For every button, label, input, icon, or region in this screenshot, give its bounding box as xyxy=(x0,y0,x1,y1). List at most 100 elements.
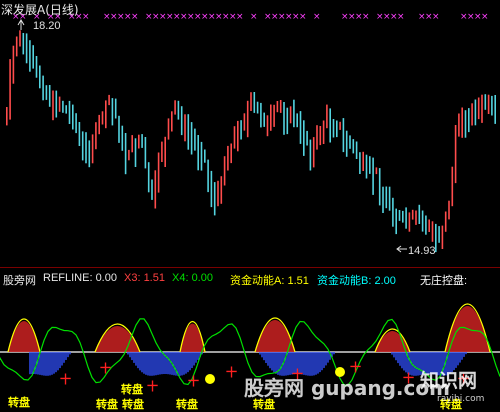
up-candle xyxy=(322,120,325,144)
up-candle xyxy=(273,104,275,127)
up-candle xyxy=(276,101,279,113)
pane-separator xyxy=(0,267,500,268)
cross-marker: 十 xyxy=(226,365,237,379)
down-candle xyxy=(210,170,213,208)
signal-marker: × xyxy=(481,12,489,22)
down-candle xyxy=(29,40,31,72)
chart-title: 深发展A(日线) xyxy=(1,3,79,17)
down-candle xyxy=(296,113,298,128)
down-candle xyxy=(418,204,421,224)
down-candle xyxy=(365,154,368,179)
up-candle xyxy=(411,209,414,220)
up-candle xyxy=(184,114,186,142)
down-candle xyxy=(392,197,394,227)
up-candle xyxy=(223,156,226,186)
up-candle xyxy=(174,100,176,115)
price-high-label: 18.20 xyxy=(33,20,61,32)
up-candle xyxy=(319,126,322,146)
up-candle xyxy=(458,113,460,137)
up-candle xyxy=(451,166,454,207)
down-candle xyxy=(438,226,440,243)
price-chart[interactable]: × × × × × × × × × × × × × × × × × × × × × × × × × × × × × × × × × × × × × × × ×… xyxy=(0,0,500,410)
down-candle xyxy=(256,101,259,114)
down-candle xyxy=(151,179,153,200)
down-candle xyxy=(484,94,487,110)
up-candle xyxy=(408,212,411,232)
up-candle xyxy=(108,94,110,106)
up-candle xyxy=(362,151,364,171)
down-candle xyxy=(42,75,44,101)
up-candle xyxy=(233,126,236,149)
down-candle xyxy=(293,99,295,128)
down-candle xyxy=(398,210,401,221)
up-candle xyxy=(312,137,315,168)
watermark-url: rayibi.com xyxy=(437,394,485,404)
down-candle xyxy=(62,100,64,113)
up-candle xyxy=(477,97,480,120)
up-candle xyxy=(138,134,140,149)
down-candle xyxy=(355,141,358,159)
down-candle xyxy=(283,102,285,135)
down-candle xyxy=(39,65,41,89)
down-candle xyxy=(494,95,496,124)
signal-label: 转盘 xyxy=(121,383,143,396)
up-candle xyxy=(52,90,54,121)
down-candle xyxy=(88,140,91,168)
down-candle xyxy=(72,104,74,130)
down-candle xyxy=(118,115,120,143)
down-candle xyxy=(114,98,117,119)
down-candle xyxy=(194,128,196,151)
down-candle xyxy=(180,106,183,136)
signal-marker: × xyxy=(299,12,307,22)
down-candle xyxy=(260,102,262,128)
up-candle xyxy=(487,94,490,114)
signal-marker: × xyxy=(82,12,90,22)
down-candle xyxy=(147,162,150,193)
down-candle xyxy=(332,119,335,138)
down-candle xyxy=(121,125,124,151)
down-candle xyxy=(68,100,71,124)
down-candle xyxy=(359,152,361,174)
down-candle xyxy=(395,208,397,235)
up-candle xyxy=(441,225,444,249)
down-candle xyxy=(55,90,58,118)
up-candle xyxy=(230,143,232,164)
down-candle xyxy=(35,56,38,78)
down-candle xyxy=(75,113,77,134)
up-candle xyxy=(279,100,282,113)
cross-marker: 十 xyxy=(100,361,111,375)
down-candle xyxy=(402,210,404,223)
down-candle xyxy=(388,186,391,211)
up-candle xyxy=(243,113,246,131)
down-candle xyxy=(468,108,470,133)
up-candle xyxy=(227,145,229,171)
down-candle xyxy=(48,85,51,107)
down-candle xyxy=(352,139,355,154)
up-candle xyxy=(95,122,97,150)
down-candle xyxy=(382,186,384,213)
up-candle xyxy=(161,141,163,162)
down-candle xyxy=(22,33,25,55)
down-candle xyxy=(190,122,193,155)
down-candle xyxy=(124,133,127,175)
watermark-logo: 知识网 xyxy=(420,370,478,392)
up-candle xyxy=(246,100,249,138)
up-candle xyxy=(428,219,430,232)
up-candle xyxy=(12,45,15,84)
down-candle xyxy=(303,120,305,156)
signal-label: 转盘 xyxy=(8,396,30,409)
up-candle xyxy=(164,136,166,167)
down-candle xyxy=(306,130,308,146)
up-candle xyxy=(131,135,133,153)
up-candle xyxy=(266,115,269,137)
up-candle xyxy=(171,111,173,132)
signal-marker: × xyxy=(432,12,440,22)
down-candle xyxy=(336,120,338,138)
yellow-dot-marker xyxy=(205,374,215,384)
down-candle xyxy=(425,215,427,235)
up-candle xyxy=(326,104,328,129)
refline-value: REFLINE: 0.00 xyxy=(43,272,117,284)
fund-b-value: 资金动能B: 2.00 xyxy=(317,275,396,287)
chart-window: × × × × × × × × × × × × × × × × × × × × × × × × × × × × × × × × × × × × × × × ×… xyxy=(0,0,500,411)
x3-value: X3: 1.51 xyxy=(124,272,165,284)
